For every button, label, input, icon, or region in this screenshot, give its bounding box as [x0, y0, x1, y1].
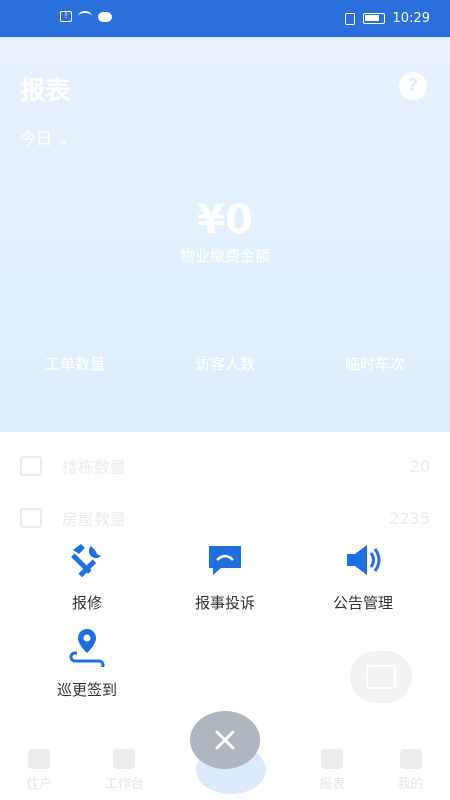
- action-label: 报修: [71, 594, 102, 612]
- action-announcement[interactable]: 公告管理: [303, 540, 423, 613]
- status-bar: ! 10:29: [0, 0, 450, 37]
- payment-amount-label: 物业缴费金额: [179, 247, 270, 265]
- tab-label: 住户: [26, 776, 53, 792]
- close-icon: [215, 730, 235, 750]
- action-label: 报事投诉: [194, 594, 255, 612]
- stat-label: 访客人数: [194, 355, 255, 373]
- list-item-label: 楼栋数量: [62, 458, 127, 477]
- data-list: 楼栋数量 20 房屋数量 2235: [0, 440, 450, 544]
- tools-icon: [71, 544, 101, 578]
- list-item: 房屋数量 2235: [0, 492, 450, 544]
- wifi-icon: [78, 11, 92, 22]
- list-item-label: 房屋数量: [62, 510, 127, 529]
- action-label: 巡更签到: [56, 681, 117, 699]
- tab-label: 我的: [397, 776, 424, 792]
- tab-workbench[interactable]: 工作台: [104, 748, 144, 792]
- building-icon: [20, 456, 42, 476]
- cloud-icon: [98, 11, 112, 22]
- stats-row: 工单数量 访客人数 临时车次: [0, 353, 450, 374]
- date-filter[interactable]: 今日 ⌄: [20, 125, 71, 149]
- list-item-value: 20: [409, 456, 430, 476]
- person-icon: [399, 748, 422, 769]
- stat-label: 临时车次: [344, 355, 405, 373]
- alert-icon: !: [60, 11, 72, 22]
- battery-icon: [362, 13, 385, 24]
- close-button[interactable]: [190, 711, 260, 769]
- speaker-icon: [347, 545, 381, 575]
- chat-icon: [209, 546, 241, 575]
- house-icon: [20, 508, 42, 528]
- status-time: 10:29: [392, 11, 430, 26]
- tab-label: 工作台: [104, 776, 144, 792]
- scan-icon: [366, 665, 396, 689]
- list-item: 楼栋数量 20: [0, 440, 450, 492]
- workbench-icon: [113, 748, 136, 769]
- tab-reports[interactable]: 报表: [319, 748, 346, 792]
- list-item-value: 2235: [389, 508, 430, 528]
- scan-button[interactable]: [350, 651, 412, 703]
- tab-residents[interactable]: 住户: [26, 748, 53, 792]
- pie-chart-icon: [321, 748, 344, 769]
- vibrate-icon: [344, 12, 355, 25]
- stat-label: 工单数量: [44, 355, 105, 373]
- action-repair[interactable]: 报修: [27, 540, 147, 613]
- location-icon: [69, 629, 105, 667]
- action-label: 公告管理: [332, 594, 393, 612]
- payment-amount: ¥0: [197, 197, 253, 243]
- action-complaint[interactable]: 报事投诉: [165, 540, 285, 613]
- residents-icon: [28, 748, 51, 769]
- tab-profile[interactable]: 我的: [397, 748, 424, 792]
- status-icons-right: 10:29: [344, 11, 430, 26]
- help-icon[interactable]: ?: [399, 72, 427, 100]
- tab-label: 报表: [319, 776, 346, 792]
- action-patrol-checkin[interactable]: 巡更签到: [27, 627, 147, 700]
- report-panel: 报表 ? 今日 ⌄ ¥0 物业缴费金额 工单数量 访客人数 临时车次: [0, 37, 450, 432]
- page-title: 报表: [20, 76, 71, 105]
- status-icons-left: !: [60, 11, 112, 22]
